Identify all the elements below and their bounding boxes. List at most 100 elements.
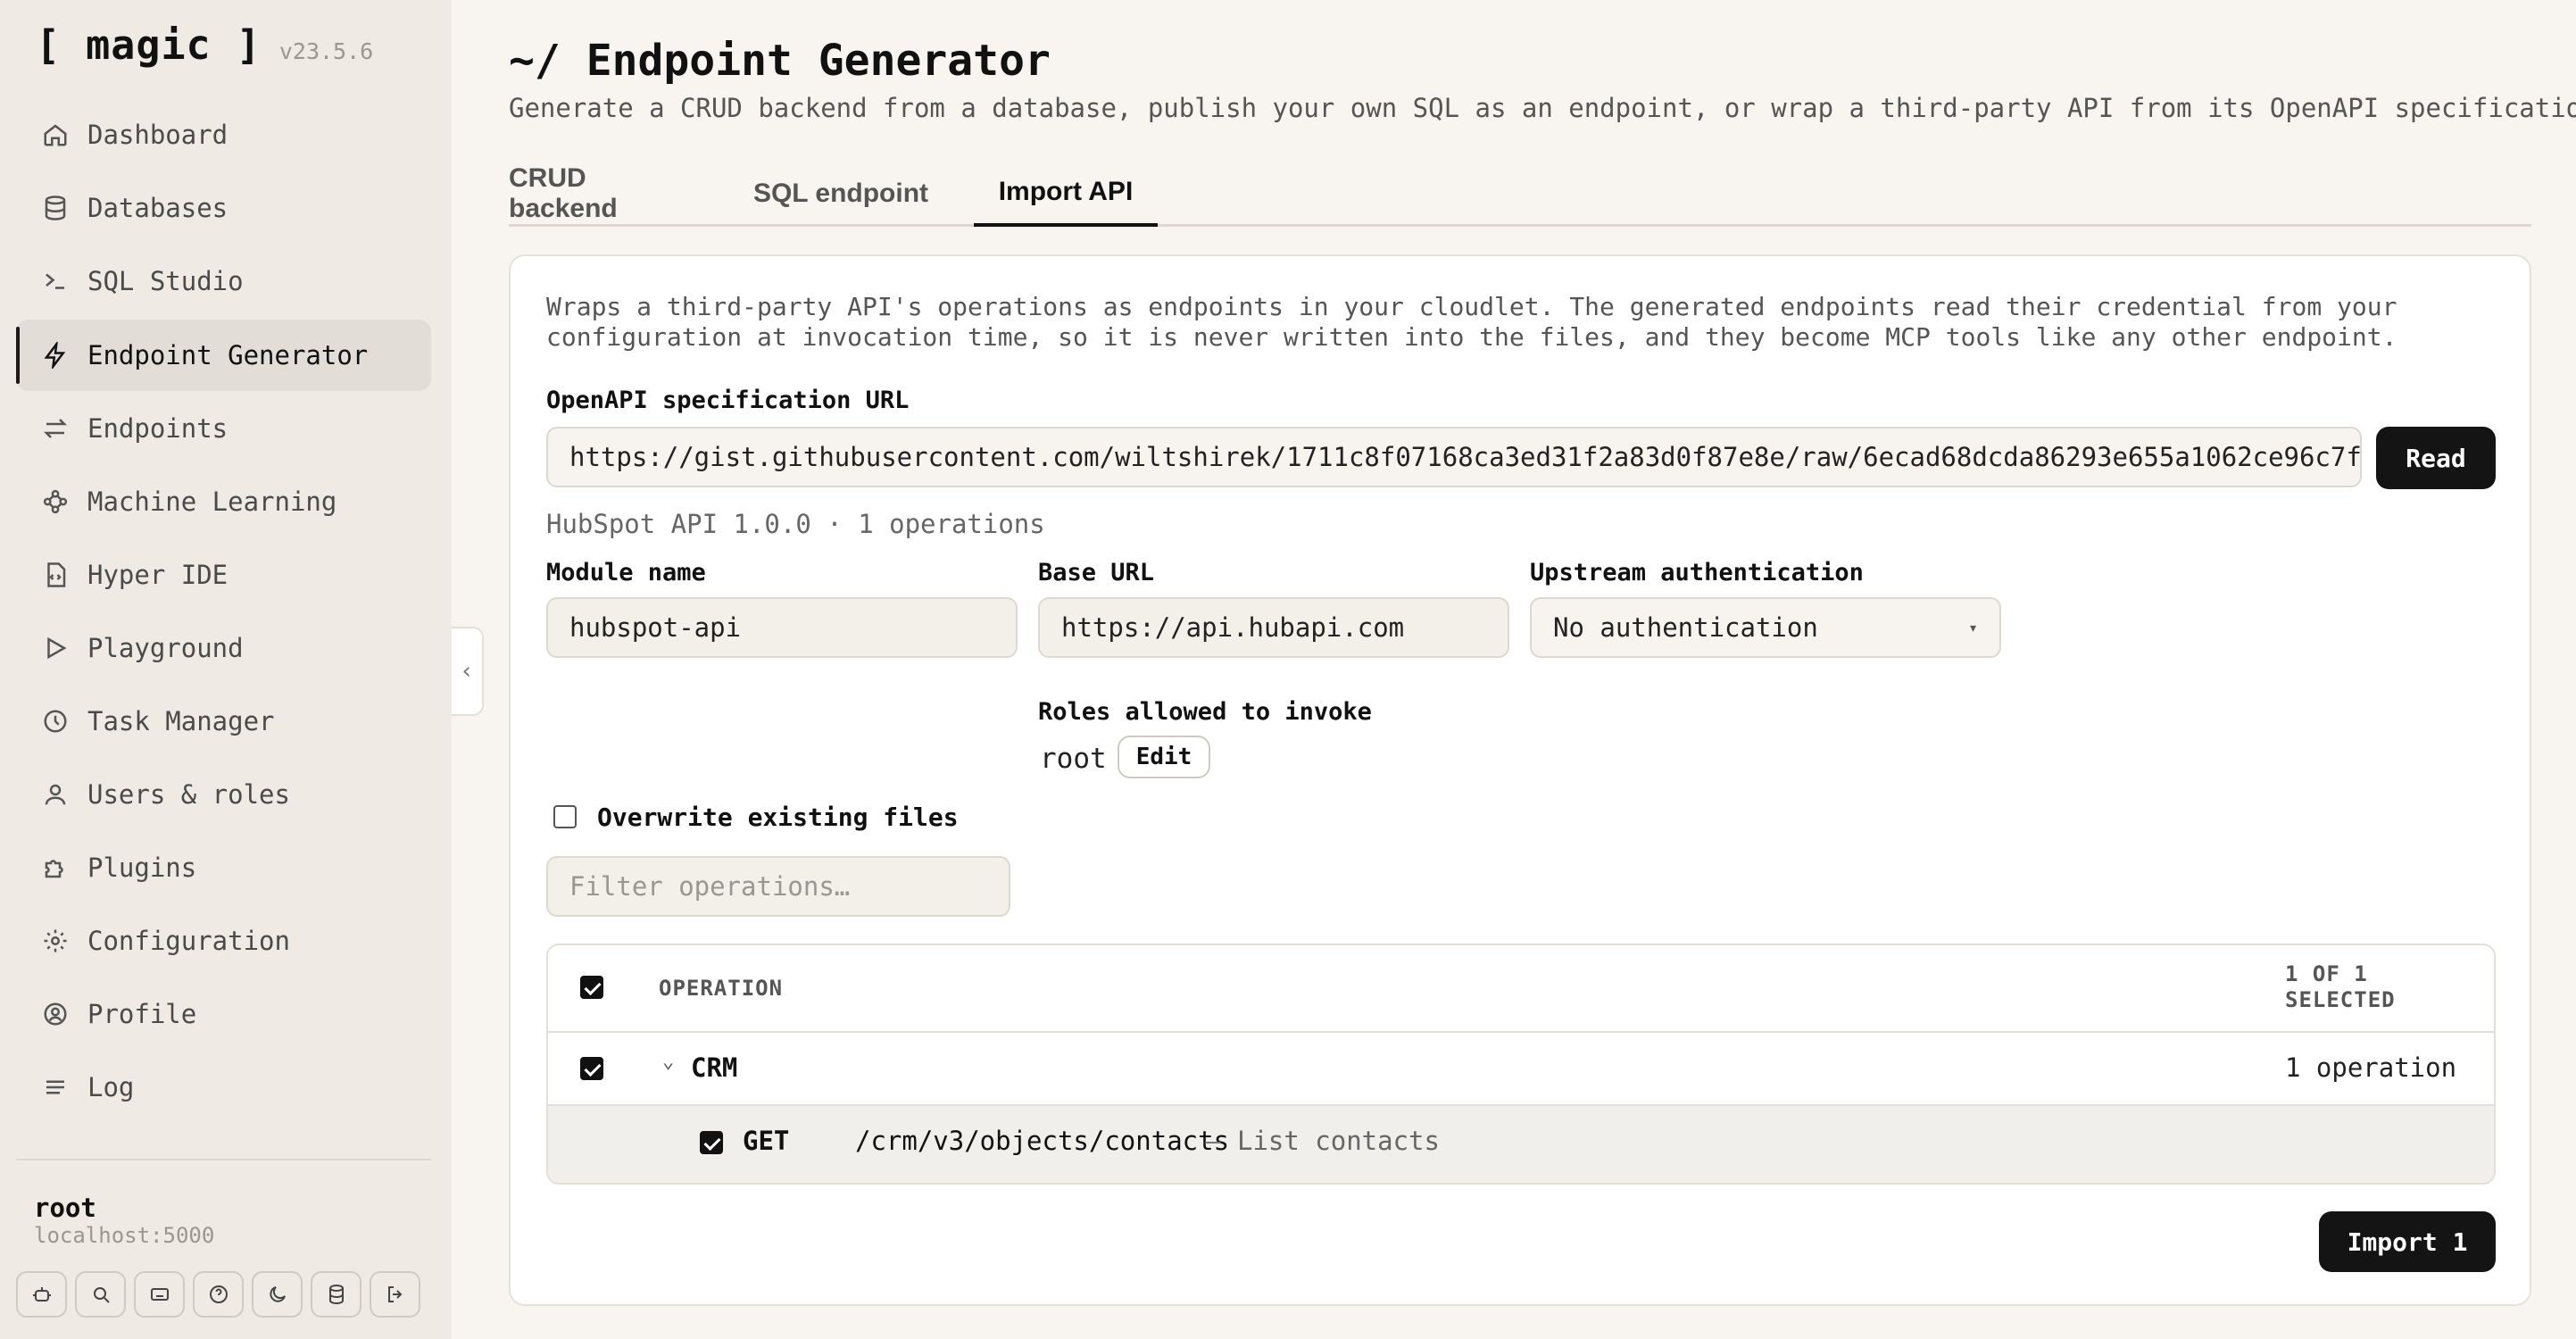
help-icon[interactable] [193, 1271, 244, 1318]
search-icon[interactable] [75, 1271, 126, 1318]
tab-sql-endpoint[interactable]: SQL endpoint [752, 161, 930, 227]
logout-icon[interactable] [370, 1271, 420, 1318]
import-api-description: Wraps a third-party API's operations as … [546, 292, 2397, 352]
current-user-host: localhost:5000 [34, 1223, 215, 1248]
module-name-value: hubspot-api [569, 612, 742, 643]
sidebar-item-users-roles[interactable]: Users & roles [16, 759, 431, 830]
sidebar-item-playground[interactable]: Playground [16, 612, 431, 684]
roles-label: Roles allowed to invoke [1038, 698, 1372, 726]
sidebar: [ magic ] v23.5.6 Dashboard Databases SQ… [0, 0, 452, 1339]
current-user-name: root [34, 1193, 96, 1223]
import-button[interactable]: Import 1 [2319, 1211, 2496, 1272]
bolt-icon [39, 339, 71, 371]
robot-icon[interactable] [16, 1271, 67, 1318]
module-name-input[interactable]: hubspot-api [546, 597, 1018, 658]
list-icon [39, 1071, 71, 1103]
gear-icon [39, 925, 71, 957]
filter-operations-input[interactable]: Filter operations… [546, 856, 1010, 917]
profile-icon [39, 998, 71, 1030]
sidebar-item-label: Profile [87, 999, 197, 1029]
puzzle-icon [39, 852, 71, 884]
filter-operations-placeholder: Filter operations… [569, 871, 851, 902]
sidebar-item-label: Dashboard [87, 120, 229, 150]
play-icon [39, 632, 71, 664]
database-icon[interactable] [311, 1271, 361, 1318]
sidebar-item-configuration[interactable]: Configuration [16, 905, 431, 977]
sidebar-item-databases[interactable]: Databases [16, 172, 431, 244]
chevron-down-icon: ▾ [1968, 618, 1978, 637]
overwrite-checkbox[interactable] [553, 805, 577, 828]
spec-url-input[interactable]: https://gist.githubusercontent.com/wilts… [546, 427, 2362, 487]
sidebar-item-label: Machine Learning [87, 487, 337, 517]
chevron-left-icon: ‹ [460, 658, 474, 685]
sidebar-item-label: Endpoints [87, 413, 229, 444]
app-version: v23.5.6 [278, 38, 374, 64]
sidebar-item-profile[interactable]: Profile [16, 978, 431, 1050]
moon-icon[interactable] [252, 1271, 303, 1318]
sidebar-item-label: Log [87, 1072, 135, 1102]
page-title: ~/ Endpoint Generator [509, 36, 1051, 86]
spec-meta: HubSpot API 1.0.0 · 1 operations [546, 509, 1045, 539]
table-row-group[interactable]: ⌄ CRM 1 operation [548, 1033, 2494, 1106]
sidebar-item-label: SQL Studio [87, 266, 244, 296]
operations-table: OPERATION 1 OF 1 SELECTED ⌄ CRM 1 operat… [546, 944, 2496, 1185]
sidebar-item-plugins[interactable]: Plugins [16, 832, 431, 903]
module-name-label: Module name [546, 559, 706, 586]
sidebar-item-endpoint-generator[interactable]: Endpoint Generator [16, 320, 431, 391]
chevron-down-icon[interactable]: ⌄ [662, 1051, 674, 1073]
operation-path: /crm/v3/objects/contacts [855, 1126, 1230, 1156]
database-icon [39, 192, 71, 224]
upstream-auth-value: No authentication [1553, 612, 1818, 643]
sidebar-divider [16, 1159, 431, 1160]
collapse-sidebar-button[interactable]: ‹ [452, 627, 484, 716]
operation-checkbox[interactable] [700, 1131, 723, 1154]
operation-separator: — [1205, 1126, 1221, 1156]
sidebar-item-task-manager[interactable]: Task Manager [16, 686, 431, 757]
roles-value: root [1040, 743, 1107, 775]
sidebar-item-label: Task Manager [87, 706, 275, 736]
edit-roles-button[interactable]: Edit [1118, 736, 1210, 778]
clock-icon [39, 705, 71, 737]
table-row[interactable]: GET /crm/v3/objects/contacts — List cont… [548, 1106, 2494, 1183]
base-url-value: https://api.hubapi.com [1061, 612, 1405, 643]
sidebar-item-label: Endpoint Generator [87, 340, 369, 370]
tab-crud-backend[interactable]: CRUD backend [509, 161, 692, 227]
app-logo[interactable]: [ magic ] [36, 21, 262, 69]
home-icon [39, 119, 71, 151]
select-all-checkbox[interactable] [580, 976, 603, 999]
user-icon [39, 778, 71, 811]
spec-url-value: https://gist.githubusercontent.com/wilts… [569, 442, 2362, 472]
overwrite-label: Overwrite existing files [597, 803, 959, 832]
sidebar-item-hyper-ide[interactable]: Hyper IDE [16, 539, 431, 611]
tab-import-api[interactable]: Import API [974, 161, 1158, 227]
sidebar-item-log[interactable]: Log [16, 1052, 431, 1123]
tab-bar: CRUD backend SQL endpoint Import API [509, 161, 2531, 227]
sidebar-item-label: Plugins [87, 852, 197, 883]
keyboard-icon[interactable] [134, 1271, 185, 1318]
group-operation-count: 1 operation [2285, 1052, 2457, 1083]
upstream-auth-select[interactable]: No authentication ▾ [1530, 597, 2001, 658]
sidebar-item-label: Configuration [87, 926, 290, 956]
sidebar-item-endpoints[interactable]: Endpoints [16, 393, 431, 464]
sidebar-item-dashboard[interactable]: Dashboard [16, 99, 431, 170]
arrows-icon [39, 412, 71, 445]
group-checkbox[interactable] [580, 1057, 603, 1080]
brand: [ magic ] v23.5.6 [36, 21, 373, 69]
selected-count-line2: SELECTED [2285, 987, 2396, 1012]
spec-url-label: OpenAPI specification URL [546, 387, 910, 414]
base-url-label: Base URL [1038, 559, 1155, 586]
terminal-icon [39, 265, 71, 297]
code-file-icon [39, 559, 71, 591]
sidebar-item-machine-learning[interactable]: Machine Learning [16, 466, 431, 537]
sidebar-item-label: Playground [87, 633, 244, 663]
upstream-auth-label: Upstream authentication [1530, 559, 1864, 586]
read-button[interactable]: Read [2376, 427, 2496, 489]
sidebar-item-label: Hyper IDE [87, 560, 229, 590]
column-header-operation: OPERATION [659, 976, 784, 1001]
table-header: OPERATION 1 OF 1 SELECTED [548, 945, 2494, 1033]
sidebar-item-label: Databases [87, 193, 229, 223]
sidebar-item-sql-studio[interactable]: SQL Studio [16, 245, 431, 317]
base-url-input[interactable]: https://api.hubapi.com [1038, 597, 1509, 658]
import-api-card: Wraps a third-party API's operations as … [509, 254, 2531, 1306]
selected-count-line1: 1 OF 1 [2285, 961, 2368, 986]
